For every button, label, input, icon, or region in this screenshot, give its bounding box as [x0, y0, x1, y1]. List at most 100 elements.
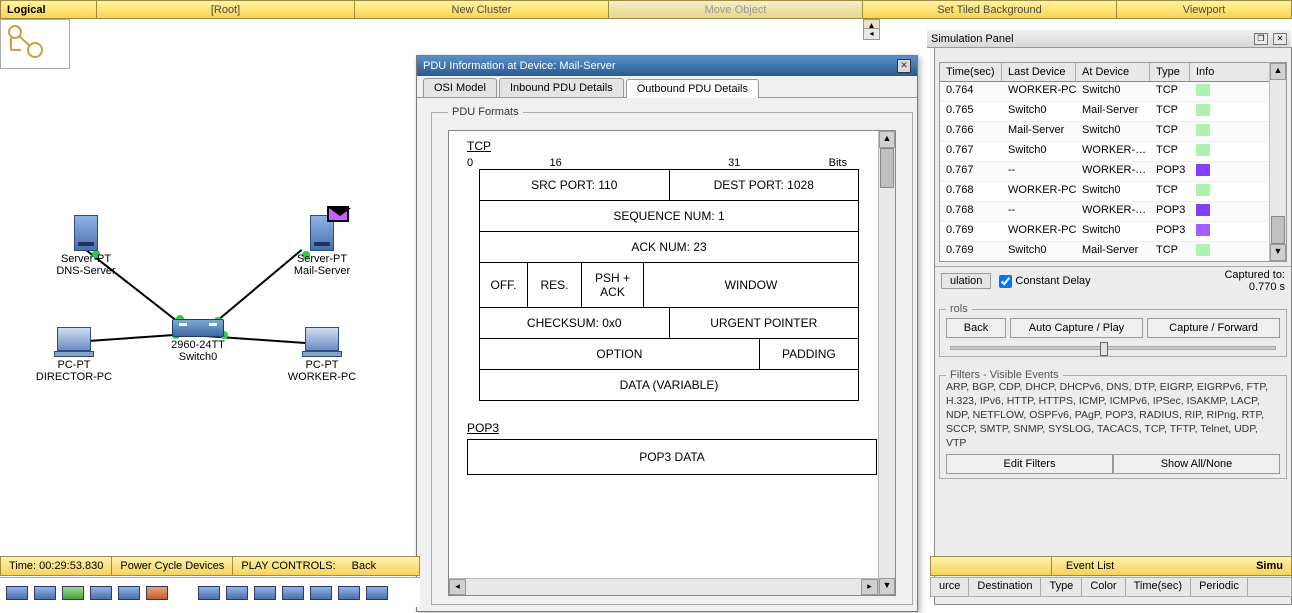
pdu-hscrollbar[interactable]: ◂ ▸: [449, 578, 878, 595]
event-list-table[interactable]: Time(sec) Last Device At Device Type Inf…: [939, 62, 1287, 262]
server-icon: [74, 215, 98, 251]
table-row[interactable]: 0.769WORKER-PCSwitch0POP3: [940, 222, 1286, 242]
device-label: WORKER-PC: [278, 371, 366, 383]
simulation-mode-button[interactable]: Simu: [1248, 557, 1291, 575]
captured-to-value: 0.770 s: [1224, 281, 1285, 293]
col-type[interactable]: Type: [1150, 63, 1190, 81]
constant-delay-input[interactable]: [999, 275, 1012, 288]
device-type-icon[interactable]: [366, 586, 388, 600]
show-all-none-button[interactable]: Show All/None: [1113, 454, 1280, 474]
bottom-status-bar: Time: 00:29:53.830 Power Cycle Devices P…: [0, 556, 420, 576]
device-switch[interactable]: 2960-24TT Switch0: [158, 319, 238, 363]
collapse-arrow[interactable]: ◂: [863, 28, 880, 40]
table-row[interactable]: 0.767Switch0WORKER-…TCP: [940, 142, 1286, 162]
device-label: DIRECTOR-PC: [30, 371, 118, 383]
set-tiled-bg-button[interactable]: Set Tiled Background: [863, 1, 1117, 18]
device-type-icon[interactable]: [254, 586, 276, 600]
switch-icon: [172, 319, 224, 337]
sim-options-row: ulation Constant Delay Captured to: 0.77…: [935, 266, 1291, 295]
move-object-button: Move Object: [609, 1, 863, 18]
col-type[interactable]: Type: [1041, 578, 1082, 596]
root-button[interactable]: [Root]: [97, 1, 355, 18]
restore-icon[interactable]: ❐: [1254, 33, 1268, 45]
sim-panel-header[interactable]: Simulation Panel ❐ ✕: [927, 30, 1291, 48]
col-destination[interactable]: Destination: [969, 578, 1041, 596]
scroll-down-icon[interactable]: ▼: [1270, 244, 1286, 261]
device-type-icon[interactable]: [62, 586, 84, 600]
device-label: PC-PT: [278, 359, 366, 371]
pdu-tabs: OSI Model Inbound PDU Details Outbound P…: [417, 76, 917, 98]
pdu-list-header: urce Destination Type Color Time(sec) Pe…: [930, 577, 1292, 597]
scroll-left-icon[interactable]: ◂: [449, 579, 466, 595]
col-periodic[interactable]: Periodic: [1191, 578, 1248, 596]
back-button[interactable]: Back: [946, 318, 1006, 338]
device-type-icon[interactable]: [34, 586, 56, 600]
scroll-right-icon[interactable]: ▸: [861, 579, 878, 595]
device-type-icon[interactable]: [282, 586, 304, 600]
tcp-off: OFF.: [480, 263, 528, 307]
capture-forward-button[interactable]: Capture / Forward: [1147, 318, 1280, 338]
device-type-icon[interactable]: [90, 586, 112, 600]
device-type-icon[interactable]: [146, 586, 168, 600]
pc-base: [54, 351, 94, 357]
logical-button[interactable]: Logical: [1, 1, 97, 18]
viewport-button[interactable]: Viewport: [1117, 1, 1291, 18]
table-row[interactable]: 0.769Switch0Mail-ServerTCP: [940, 242, 1286, 262]
table-row[interactable]: 0.766Mail-ServerSwitch0TCP: [940, 122, 1286, 142]
device-type-icon[interactable]: [6, 586, 28, 600]
tcp-res: RES.: [528, 263, 582, 307]
close-icon[interactable]: ✕: [897, 59, 911, 73]
col-last-device[interactable]: Last Device: [1002, 63, 1076, 81]
table-row[interactable]: 0.767--WORKER-…POP3: [940, 162, 1286, 182]
table-row[interactable]: 0.765Switch0Mail-ServerTCP: [940, 102, 1286, 122]
scroll-thumb[interactable]: [880, 148, 894, 188]
col-time[interactable]: Time(sec): [1126, 578, 1191, 596]
tab-inbound-pdu[interactable]: Inbound PDU Details: [499, 78, 624, 97]
device-worker-pc[interactable]: PC-PT WORKER-PC: [278, 327, 366, 383]
tcp-dst-port: DEST PORT: 1028: [670, 170, 859, 200]
bottom-right-bar: Event List Simu: [930, 556, 1292, 576]
scroll-down-icon[interactable]: ▼: [879, 578, 895, 595]
pdu-vscrollbar[interactable]: ▲ ▼: [878, 131, 895, 595]
pdu-formats-fieldset: PDU Formats TCP 0 16 31 Bits SRC PORT: 1…: [431, 106, 913, 605]
col-source[interactable]: urce: [931, 578, 969, 596]
scroll-up-icon[interactable]: ▲: [879, 131, 895, 148]
device-director-pc[interactable]: PC-PT DIRECTOR-PC: [30, 327, 118, 383]
device-type-icon[interactable]: [198, 586, 220, 600]
tab-outbound-pdu[interactable]: Outbound PDU Details: [626, 79, 759, 98]
reset-simulation-button[interactable]: ulation: [941, 273, 991, 289]
device-type-icon[interactable]: [118, 586, 140, 600]
pop3-section-label: POP3: [467, 421, 877, 435]
event-list-button[interactable]: Event List: [1051, 557, 1128, 575]
scroll-thumb[interactable]: [1271, 216, 1285, 244]
logical-workspace-icon[interactable]: [0, 19, 70, 69]
filters-text: ARP, BGP, CDP, DHCP, DHCPv6, DNS, DTP, E…: [946, 380, 1280, 450]
play-back-button[interactable]: Back: [344, 557, 384, 575]
slider-thumb[interactable]: [1100, 342, 1108, 356]
device-type-icon[interactable]: [338, 586, 360, 600]
tab-osi-model[interactable]: OSI Model: [423, 78, 497, 97]
pdu-scroll-area[interactable]: TCP 0 16 31 Bits SRC PORT: 110 DEST PORT…: [448, 130, 896, 596]
col-color[interactable]: Color: [1082, 578, 1125, 596]
close-icon[interactable]: ✕: [1273, 33, 1287, 45]
device-mail-server[interactable]: Server-PT Mail-Server: [286, 215, 358, 277]
scroll-up-icon[interactable]: ▲: [1270, 63, 1286, 80]
new-cluster-button[interactable]: New Cluster: [355, 1, 609, 18]
col-at-device[interactable]: At Device: [1076, 63, 1150, 81]
table-row[interactable]: 0.768WORKER-PCSwitch0TCP: [940, 182, 1286, 202]
device-type-icon[interactable]: [226, 586, 248, 600]
edit-filters-button[interactable]: Edit Filters: [946, 454, 1113, 474]
power-cycle-button[interactable]: Power Cycle Devices: [112, 557, 233, 575]
table-row[interactable]: 0.768--WORKER-…POP3: [940, 202, 1286, 222]
pdu-title-bar[interactable]: PDU Information at Device: Mail-Server ✕: [417, 56, 917, 76]
pdu-envelope-icon[interactable]: [327, 206, 349, 222]
device-dns-server[interactable]: Server-PT DNS-Server: [50, 215, 122, 277]
auto-capture-button[interactable]: Auto Capture / Play: [1010, 318, 1143, 338]
device-label: PC-PT: [30, 359, 118, 371]
col-time[interactable]: Time(sec): [940, 63, 1002, 81]
sim-vscrollbar[interactable]: ▲ ▼: [1269, 63, 1286, 261]
device-type-icon[interactable]: [310, 586, 332, 600]
constant-delay-checkbox[interactable]: Constant Delay: [999, 275, 1090, 288]
speed-slider[interactable]: [950, 346, 1276, 350]
table-row[interactable]: 0.764WORKER-PCSwitch0TCP: [940, 82, 1286, 102]
